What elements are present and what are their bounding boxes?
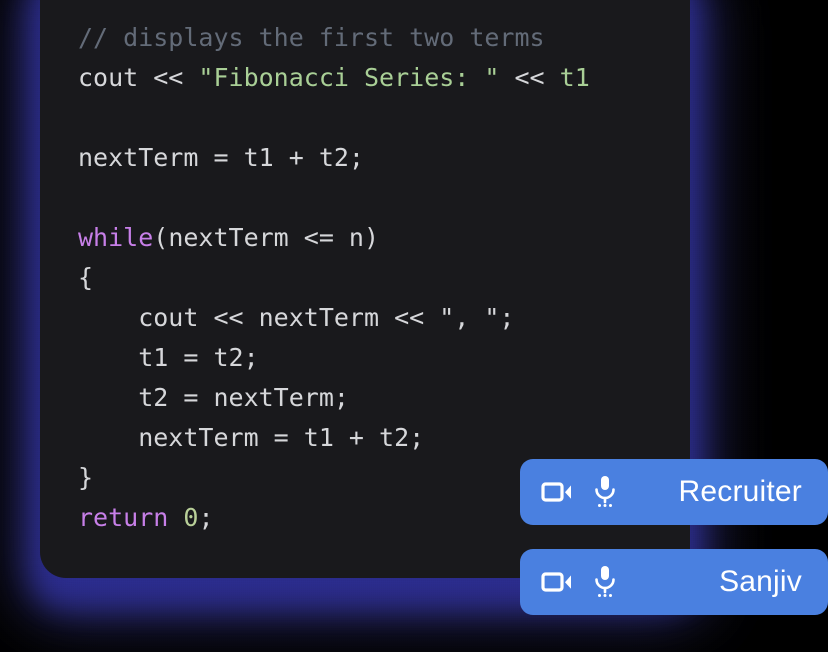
code-token: { bbox=[78, 263, 94, 292]
code-line: { bbox=[78, 258, 682, 298]
screen-root: // displays the first two terms cout << "… bbox=[0, 0, 828, 652]
code-token: t1 bbox=[559, 63, 590, 92]
code-token: while bbox=[78, 223, 154, 252]
code-token: << bbox=[499, 63, 560, 92]
code-token: } bbox=[78, 463, 94, 492]
code-line: t1 = t2; bbox=[78, 338, 682, 378]
call-participant-recruiter[interactable]: Recruiter bbox=[520, 459, 828, 525]
code-line: while(nextTerm <= n) bbox=[78, 218, 682, 258]
video-camera-icon[interactable] bbox=[540, 475, 574, 509]
video-camera-icon[interactable] bbox=[540, 565, 574, 599]
code-token: t2 = nextTerm; bbox=[78, 383, 349, 412]
code-line: nextTerm = t1 + t2; bbox=[78, 138, 682, 178]
code-line: cout << nextTerm << ", "; bbox=[78, 298, 682, 338]
code-token: ; bbox=[198, 503, 214, 532]
code-token: return bbox=[78, 503, 169, 532]
code-line: cout << "Fibonacci Series: " << t1 bbox=[78, 58, 682, 98]
code-token: "Fibonacci Series: " bbox=[198, 63, 500, 92]
code-token: t1 = t2; bbox=[78, 343, 259, 372]
code-token: cout << nextTerm << ", "; bbox=[78, 303, 515, 332]
code-token: (nextTerm <= n) bbox=[153, 223, 380, 252]
participant-name-label: Recruiter bbox=[678, 475, 802, 508]
code-token: nextTerm = t1 + t2; bbox=[78, 143, 364, 172]
code-line: // displays the first two terms bbox=[78, 18, 682, 58]
code-line: nextTerm = t1 + t2; bbox=[78, 418, 682, 458]
participant-name-label: Sanjiv bbox=[719, 565, 802, 598]
microphone-icon[interactable] bbox=[590, 564, 620, 600]
code-token: 0 bbox=[183, 503, 199, 532]
code-token: nextTerm = t1 + t2; bbox=[78, 423, 425, 452]
code-line: t2 = nextTerm; bbox=[78, 378, 682, 418]
microphone-icon[interactable] bbox=[590, 474, 620, 510]
code-token: cout << bbox=[78, 63, 199, 92]
call-participant-sanjiv[interactable]: Sanjiv bbox=[520, 549, 828, 615]
code-token: // displays the first two terms bbox=[78, 23, 545, 52]
